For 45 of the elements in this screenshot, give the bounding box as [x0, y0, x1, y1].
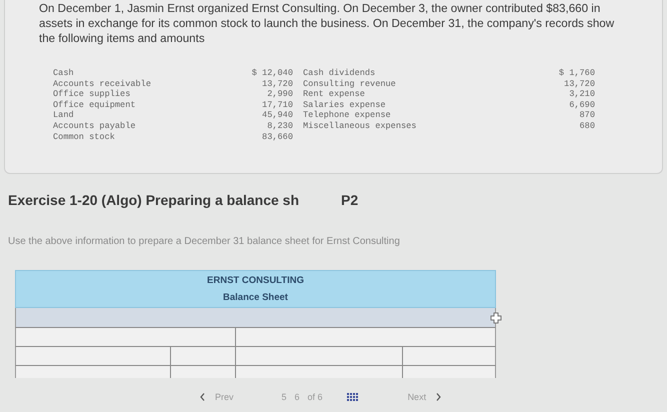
item-amount: 680: [580, 120, 595, 132]
item-label: Cash dividends: [303, 68, 376, 79]
next-link[interactable]: Next: [408, 392, 426, 402]
item-label: Salaries expense: [303, 100, 387, 110]
item-amount: 6,690: [569, 100, 595, 110]
item-amount: 17,710: [262, 100, 293, 110]
chevron-right-icon: [436, 393, 442, 401]
item-label: Accounts receivable: [53, 78, 152, 90]
item-label: Consulting revenue: [303, 78, 397, 90]
exercise-title: Exercise 1-20 (Algo) Preparing a balance sh: [8, 192, 300, 208]
item-label: Miscellaneous expenses: [303, 120, 418, 132]
item-amount: 45,940: [262, 110, 293, 121]
item-label: Cash: [53, 68, 75, 79]
item-label: Rent expense: [303, 89, 366, 100]
item-label: Common stock: [53, 132, 116, 142]
page-count: of 6: [308, 392, 323, 402]
item-amount: 13,720: [564, 78, 595, 90]
item-amount: 870: [580, 110, 595, 121]
page-number[interactable]: 6: [294, 392, 300, 402]
instruction-text: Use the above information to prepare a December 31 balance sheet for Ernst Consulting: [8, 236, 401, 247]
input-row[interactable]: [15, 328, 496, 347]
item-label: Telephone expense: [303, 110, 392, 121]
date-input-row[interactable]: [15, 308, 496, 328]
item-amount: 3,210: [569, 89, 595, 100]
item-amount: 13,720: [262, 78, 293, 90]
item-amount: $ 12,040: [252, 68, 293, 79]
item-amount: 83,660: [262, 132, 293, 142]
statement-title: Balance Sheet: [223, 292, 288, 303]
item-amount: $ 1,760: [558, 68, 595, 79]
item-label: Accounts payable: [53, 120, 137, 132]
item-label: Office equipment: [53, 100, 137, 110]
input-row[interactable]: [15, 347, 496, 366]
page-number[interactable]: 5: [282, 392, 287, 402]
grid-icon[interactable]: [346, 393, 358, 401]
chevron-left-icon: [200, 393, 205, 401]
cursor-icon: [490, 312, 502, 324]
item-label: Office supplies: [53, 89, 132, 100]
item-label: Land: [53, 110, 75, 121]
exercise-code: P2: [341, 192, 358, 208]
problem-text: On December 1, Jasmin Ernst organized Ernst Consulting. On December 3, the owner contributed $83,660 in assets in exchange for its common stock to launch the business. On December 31, the company's records show the following items and amounts: [39, 1, 616, 46]
company-name: ERNST CONSULTING: [207, 275, 304, 286]
item-amount: 8,230: [267, 120, 293, 132]
input-row[interactable]: [15, 366, 496, 378]
prev-link[interactable]: Prev: [215, 392, 234, 402]
item-amount: 2,990: [267, 89, 293, 100]
